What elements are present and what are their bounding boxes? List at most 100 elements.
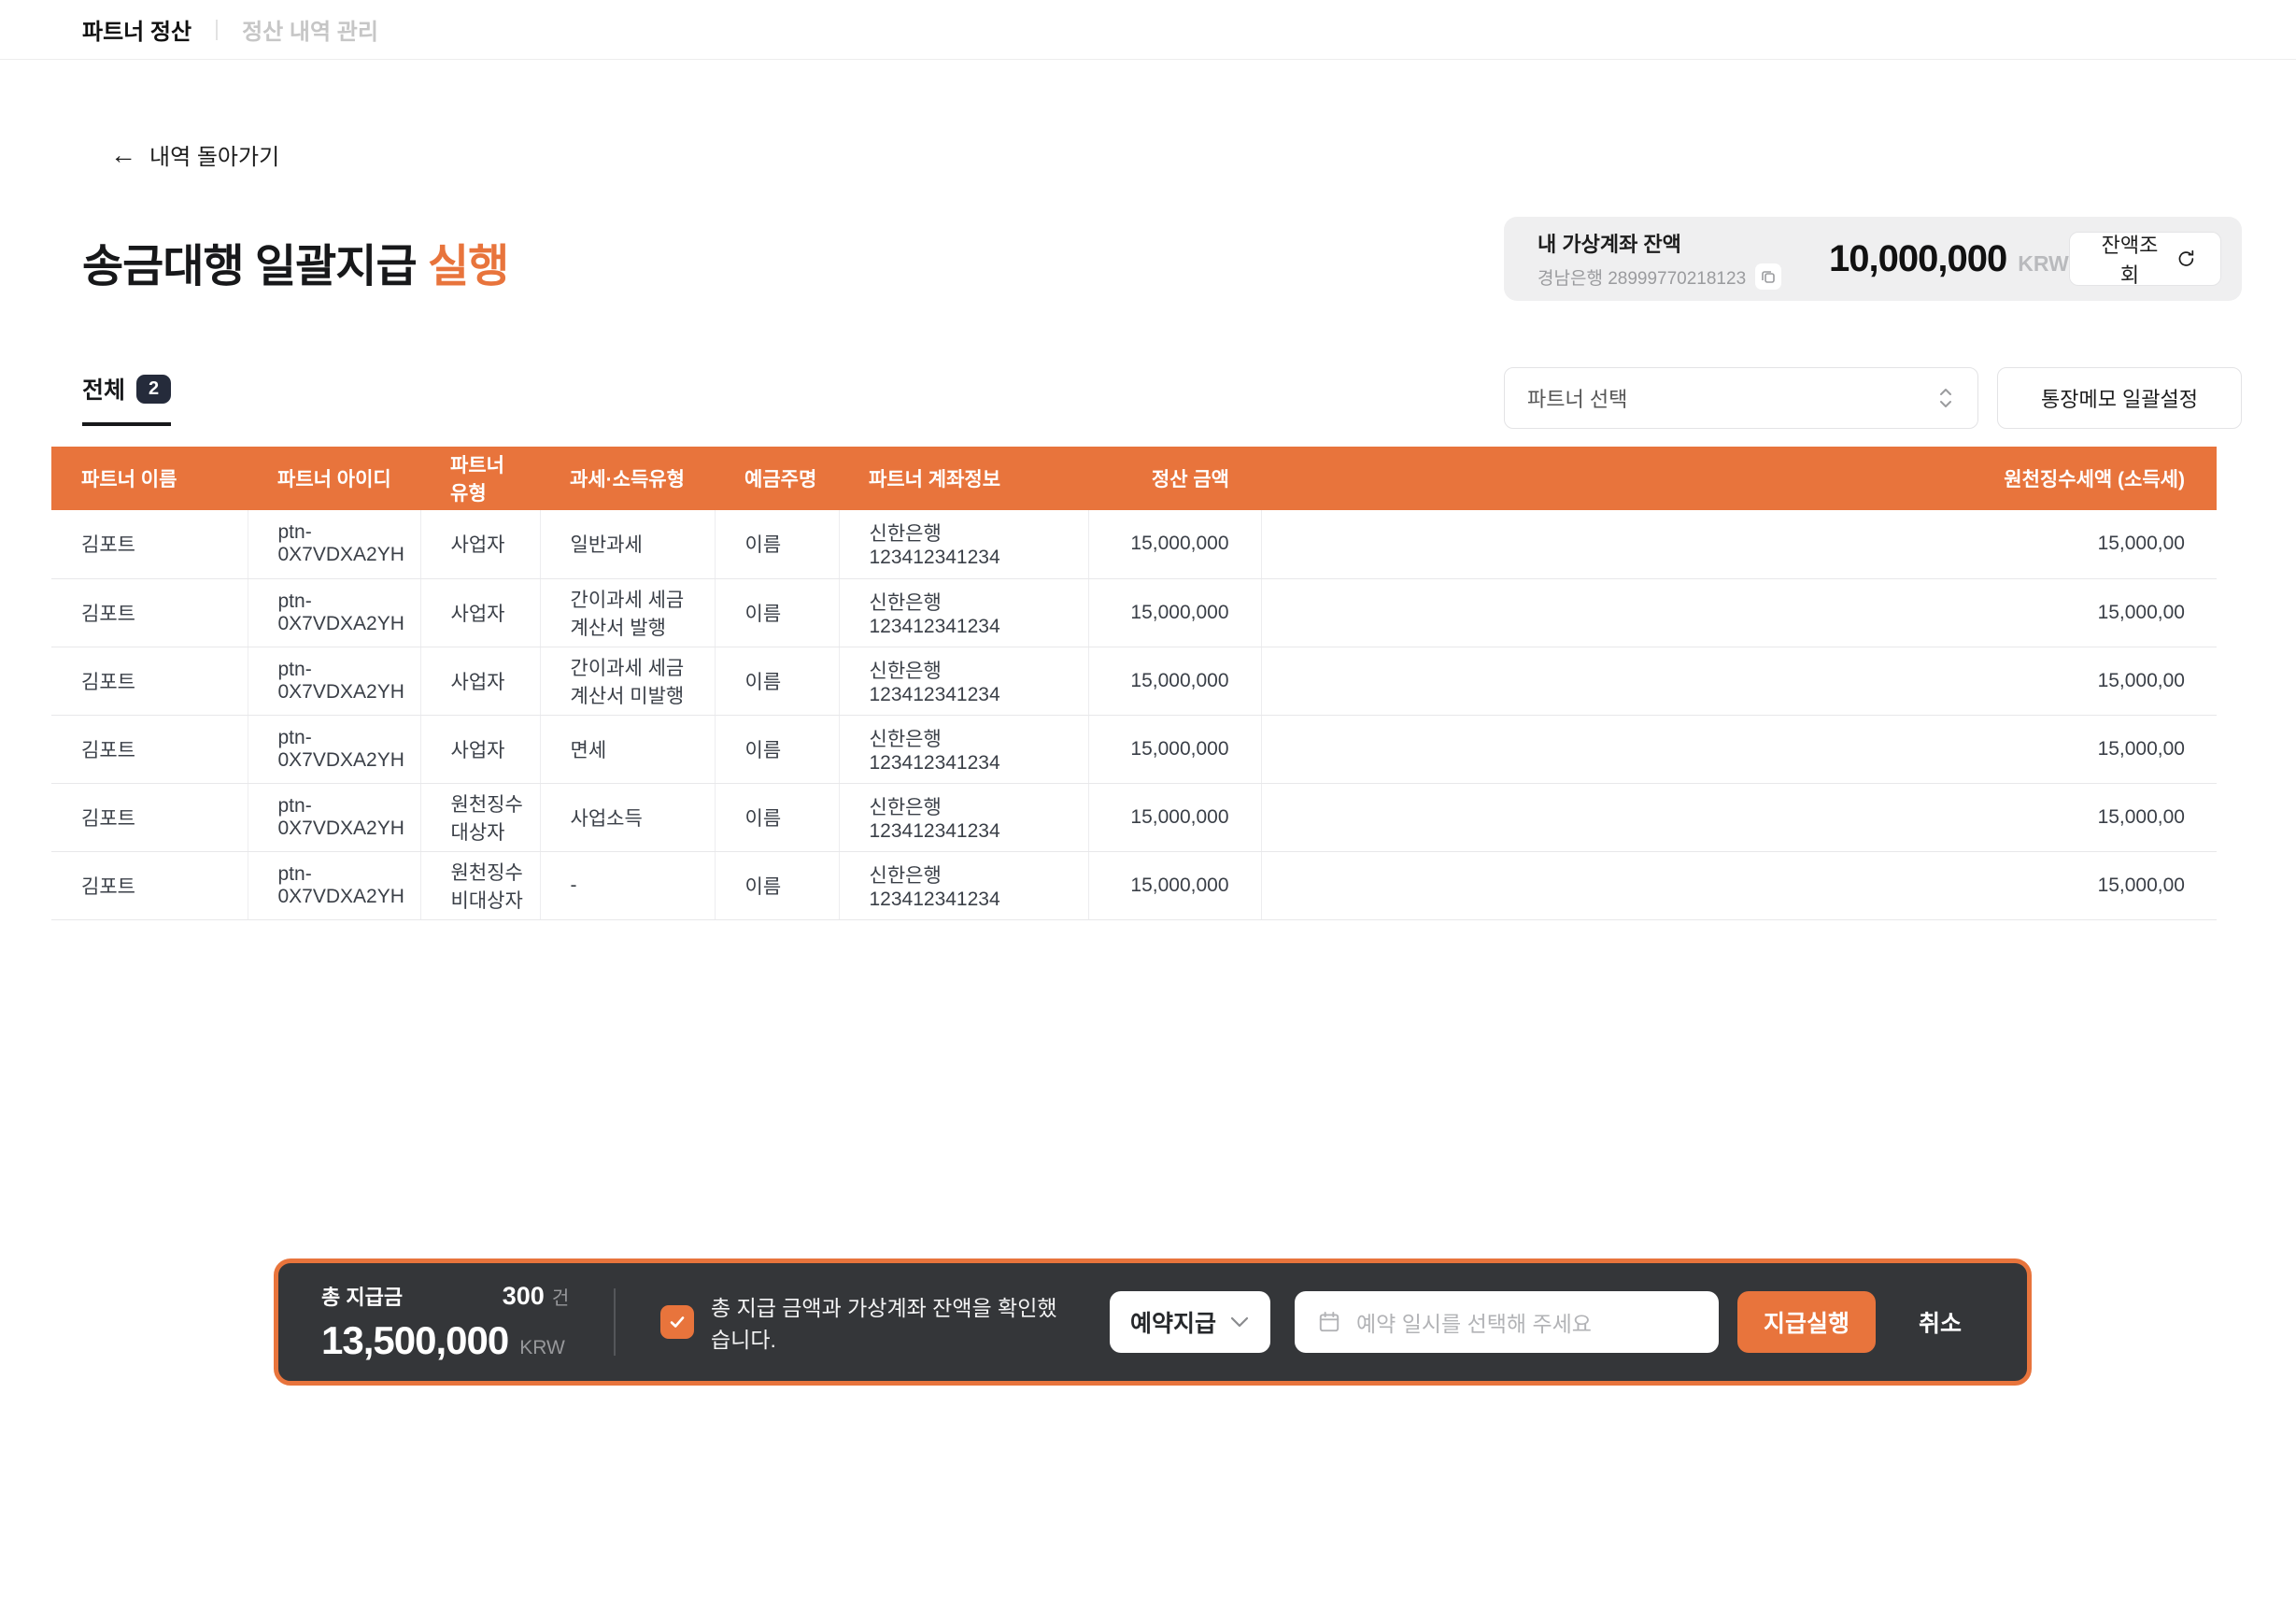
total-payment-label: 총 지급금 (321, 1281, 403, 1311)
column-header: 파트너 아이디 (248, 447, 420, 510)
balance-account-number: 경남은행 28999770218123 (1538, 264, 1746, 290)
top-nav: 파트너 정산 정산 내역 관리 (0, 0, 2296, 60)
table-row[interactable]: 김포트ptn-0X7VDXA2YH사업자면세이름신한은행 12341234123… (51, 715, 2217, 783)
payment-type-dropdown[interactable]: 예약지급 (1110, 1291, 1270, 1353)
cell-account: 신한은행 123412341234 (839, 510, 1088, 578)
copy-icon (1761, 269, 1776, 284)
total-amount: 13,500,000 (321, 1318, 508, 1363)
settlement-table: 파트너 이름파트너 아이디파트너 유형과세·소득유형예금주명파트너 계좌정보정산… (51, 447, 2217, 920)
cell-account: 신한은행 123412341234 (839, 647, 1088, 715)
cell-id: ptn-0X7VDXA2YH (248, 578, 420, 647)
cell-type: 사업자 (420, 578, 540, 647)
cell-holder: 이름 (715, 647, 839, 715)
cell-account: 신한은행 123412341234 (839, 851, 1088, 919)
cell-tax-type: 면세 (540, 715, 715, 783)
cell-id: ptn-0X7VDXA2YH (248, 715, 420, 783)
copy-account-button[interactable] (1755, 263, 1781, 290)
cell-type: 사업자 (420, 510, 540, 578)
cell-withholding: 15,000,00 (1261, 647, 2217, 715)
tab-all[interactable]: 전체 2 (82, 372, 171, 426)
total-count: 300 (503, 1282, 545, 1310)
chevron-up-down-icon (1936, 386, 1955, 410)
cell-holder: 이름 (715, 578, 839, 647)
column-header: 파트너 계좌정보 (839, 447, 1088, 510)
bankbook-memo-batch-button[interactable]: 통장메모 일괄설정 (1997, 367, 2242, 429)
balance-check-label: 잔액조회 (2094, 229, 2166, 289)
confirm-group: 총 지급 금액과 가상계좌 잔액을 확인했습니다. (660, 1290, 1074, 1354)
execute-payment-button[interactable]: 지급실행 (1737, 1291, 1876, 1353)
table-row[interactable]: 김포트ptn-0X7VDXA2YH사업자일반과세이름신한은행 123412341… (51, 510, 2217, 578)
cell-withholding: 15,000,00 (1261, 715, 2217, 783)
cell-tax-type: 사업소득 (540, 783, 715, 851)
nav-item-partner-settlement[interactable]: 파트너 정산 (82, 13, 191, 46)
payment-action-bar: 총 지급금 300 건 13,500,000 KRW 총 지급 금액과 가상계좌 … (274, 1258, 2032, 1386)
cell-tax-type: 간이과세 세금계산서 발행 (540, 578, 715, 647)
table-toolbar: 파트너 선택 통장메모 일괄설정 (1504, 367, 2242, 429)
cell-id: ptn-0X7VDXA2YH (248, 783, 420, 851)
nav-divider (216, 20, 218, 40)
cell-withholding: 15,000,00 (1261, 851, 2217, 919)
cell-name: 김포트 (51, 510, 248, 578)
column-header: 파트너 이름 (51, 447, 248, 510)
cell-amount: 15,000,000 (1088, 851, 1261, 919)
cell-type: 원천징수 대상자 (420, 783, 540, 851)
arrow-left-icon: ← (110, 142, 136, 168)
confirm-label: 총 지급 금액과 가상계좌 잔액을 확인했습니다. (711, 1290, 1074, 1354)
nav-item-settlement-history[interactable]: 정산 내역 관리 (242, 13, 378, 46)
schedule-datetime-input[interactable]: 예약 일시를 선택해 주세요 (1295, 1291, 1719, 1353)
table-row[interactable]: 김포트ptn-0X7VDXA2YH사업자간이과세 세금계산서 미발행이름신한은행… (51, 647, 2217, 715)
total-currency: KRW (519, 1337, 565, 1359)
column-header: 파트너 유형 (420, 447, 540, 510)
balance-amount: 10,000,000 KRW (1829, 238, 2069, 280)
cell-amount: 15,000,000 (1088, 783, 1261, 851)
cell-name: 김포트 (51, 783, 248, 851)
chevron-down-icon (1229, 1315, 1250, 1329)
cell-type: 사업자 (420, 715, 540, 783)
column-header: 과세·소득유형 (540, 447, 715, 510)
cell-account: 신한은행 123412341234 (839, 715, 1088, 783)
footer-divider (614, 1288, 616, 1356)
balance-check-button[interactable]: 잔액조회 (2069, 232, 2221, 286)
calendar-icon (1317, 1310, 1341, 1334)
cell-withholding: 15,000,00 (1261, 578, 2217, 647)
cell-tax-type: 간이과세 세금계산서 미발행 (540, 647, 715, 715)
cell-tax-type: - (540, 851, 715, 919)
cell-id: ptn-0X7VDXA2YH (248, 851, 420, 919)
check-icon (668, 1313, 687, 1331)
cell-holder: 이름 (715, 783, 839, 851)
balance-amount-value: 10,000,000 (1829, 238, 2006, 280)
table-row[interactable]: 김포트ptn-0X7VDXA2YH사업자간이과세 세금계산서 발행이름신한은행 … (51, 578, 2217, 647)
cell-id: ptn-0X7VDXA2YH (248, 647, 420, 715)
cancel-button[interactable]: 취소 (1896, 1291, 1984, 1353)
payment-type-value: 예약지급 (1130, 1305, 1216, 1339)
cell-id: ptn-0X7VDXA2YH (248, 510, 420, 578)
table-body: 김포트ptn-0X7VDXA2YH사업자일반과세이름신한은행 123412341… (51, 510, 2217, 919)
cell-amount: 15,000,000 (1088, 510, 1261, 578)
cell-name: 김포트 (51, 851, 248, 919)
column-header: 원천징수세액 (소득세) (1261, 447, 2217, 510)
cell-holder: 이름 (715, 851, 839, 919)
column-header: 예금주명 (715, 447, 839, 510)
cell-account: 신한은행 123412341234 (839, 783, 1088, 851)
cell-tax-type: 일반과세 (540, 510, 715, 578)
virtual-account-balance-card: 내 가상계좌 잔액 경남은행 28999770218123 10,000,000… (1504, 217, 2242, 301)
total-count-unit: 건 (552, 1288, 569, 1309)
refresh-icon (2176, 249, 2196, 269)
cell-amount: 15,000,000 (1088, 647, 1261, 715)
tab-all-count-badge: 2 (136, 375, 171, 404)
back-link-label: 내역 돌아가기 (149, 138, 279, 171)
cell-name: 김포트 (51, 715, 248, 783)
cell-type: 원천징수 비대상자 (420, 851, 540, 919)
table-row[interactable]: 김포트ptn-0X7VDXA2YH원천징수 대상자사업소득이름신한은행 1234… (51, 783, 2217, 851)
tab-all-label: 전체 (82, 372, 125, 405)
page-title: 송금대행 일괄지급 실행 (82, 229, 508, 294)
cell-amount: 15,000,000 (1088, 715, 1261, 783)
back-link[interactable]: ← 내역 돌아가기 (110, 138, 279, 171)
table-row[interactable]: 김포트ptn-0X7VDXA2YH원천징수 비대상자-이름신한은행 123412… (51, 851, 2217, 919)
cell-type: 사업자 (420, 647, 540, 715)
partner-select-dropdown[interactable]: 파트너 선택 (1504, 367, 1978, 429)
balance-label: 내 가상계좌 잔액 (1538, 228, 1818, 258)
confirm-checkbox[interactable] (660, 1305, 694, 1339)
total-payment-block: 총 지급금 300 건 13,500,000 KRW (321, 1281, 569, 1363)
balance-currency: KRW (2018, 251, 2069, 277)
